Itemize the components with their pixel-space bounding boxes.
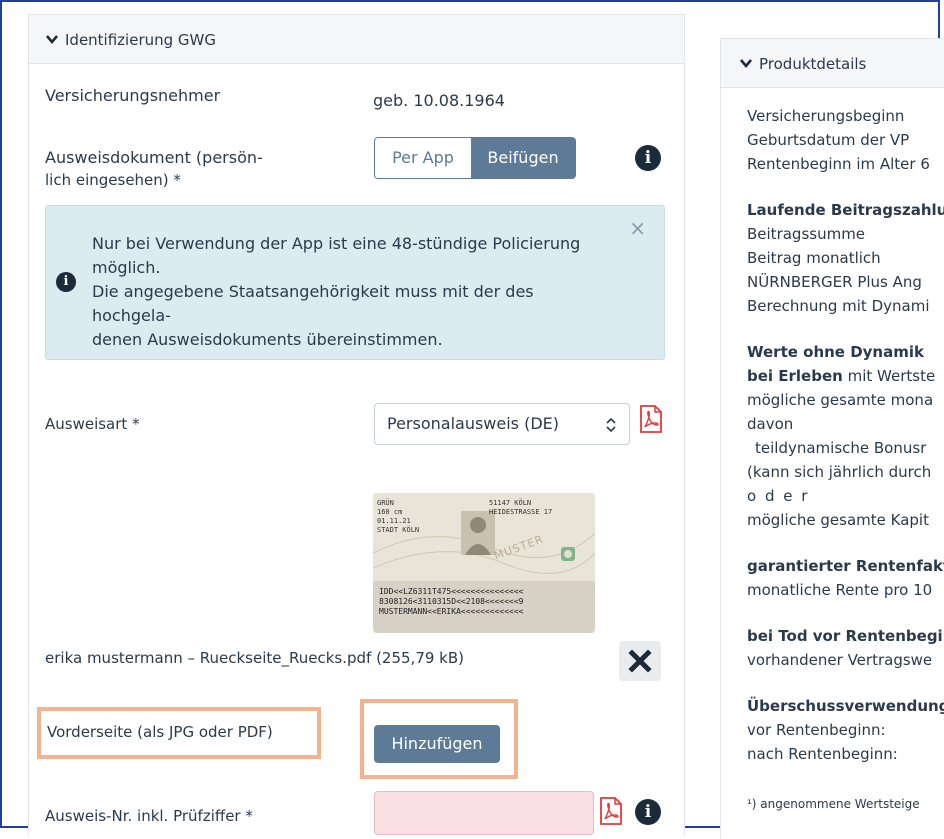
panel-title[interactable]: Produktdetails — [739, 55, 866, 73]
detail-line: monatliche Rente pro 10 — [747, 581, 933, 599]
identification-panel-header[interactable]: Identifizierung GWG — [29, 15, 684, 64]
id-type-label: Ausweisart * — [45, 415, 140, 433]
detail-line: mögliche gesamte mona — [747, 391, 934, 409]
detail-line: Beitragssumme — [747, 225, 866, 243]
insured-birthdate: geb. 10.08.1964 — [373, 91, 505, 110]
card-text: HEIDESTRASSE 17 — [489, 508, 553, 516]
info-alert: i Nur bei Verwendung der App ist eine 48… — [45, 205, 665, 360]
detail-line: Versicherungsbeginn — [747, 107, 905, 125]
detail-heading: Werte ohne Dynamik — [747, 343, 924, 361]
id-type-select[interactable]: Personalausweis (DE) — [374, 403, 630, 445]
panel-title[interactable]: Identifizierung GWG — [45, 31, 216, 49]
card-text: GRÜN — [377, 499, 394, 507]
panel-title-text: Identifizierung GWG — [65, 31, 216, 49]
detail-line: vorhandener Vertragswe — [747, 651, 933, 669]
card-mrz-line: IDD<<LZ6311T475<<<<<<<<<<<<<<< — [379, 587, 524, 596]
id-document-label-line2: lich eingesehen) * — [45, 171, 181, 189]
detail-line: vor Rentenbeginn: — [747, 721, 886, 739]
id-card-preview-image: GRÜN 160 cm 01.11.21 STADT KÖLN 51147 KÖ… — [373, 493, 595, 633]
chevron-down-icon — [740, 59, 752, 69]
info-icon[interactable]: i — [635, 799, 661, 825]
detail-heading: bei Tod vor Rentenbegi — [747, 627, 943, 645]
alert-message: Nur bei Verwendung der App ist eine 48-s… — [92, 232, 612, 352]
detail-line: (kann sich jährlich durch — [747, 463, 932, 481]
alert-info-icon: i — [56, 272, 76, 292]
card-text: 160 cm — [377, 508, 403, 516]
card-text: STADT KÖLN — [377, 526, 420, 534]
id-type-value: Personalausweis (DE) — [387, 414, 560, 433]
identification-panel: Identifizierung GWG Versicherungsnehmer … — [28, 14, 685, 835]
pdf-icon[interactable] — [599, 797, 623, 825]
detail-line: Berechnung mit Dynami — [747, 297, 930, 315]
detail-heading: Überschussverwendung — [747, 697, 944, 715]
front-side-label: Vorderseite (als JPG oder PDF) — [47, 723, 273, 741]
alert-line: möglich. — [92, 258, 161, 277]
detail-line-bold: bei Erleben — [747, 367, 843, 385]
product-details-header[interactable]: Produktdetails — [721, 39, 944, 88]
pdf-icon[interactable] — [639, 405, 663, 433]
detail-line: bei Erleben mit Wertste — [747, 365, 935, 387]
detail-line: davon — [747, 415, 794, 433]
detail-heading: Laufende Beitragszahlu — [747, 201, 944, 219]
id-document-toggle: Per App Beifügen — [374, 137, 576, 179]
add-front-side-button[interactable]: Hinzufügen — [374, 725, 500, 763]
card-mrz-line: MUSTERMANN<<ERIKA<<<<<<<<<<<<< — [379, 607, 524, 616]
per-app-option[interactable]: Per App — [375, 138, 471, 178]
detail-line: Rentenbeginn im Alter 6 — [747, 155, 930, 173]
detail-line: NÜRNBERGER Plus Ang — [747, 273, 922, 291]
close-icon — [628, 649, 652, 673]
uploaded-file-name: erika mustermann – Rueckseite_Ruecks.pdf… — [45, 649, 465, 667]
alert-line: denen Ausweisdokuments übereinstimmen. — [92, 330, 443, 349]
delete-file-button[interactable] — [619, 641, 661, 681]
chevron-down-icon — [46, 35, 58, 45]
select-arrows-icon — [606, 417, 616, 433]
detail-heading: garantierter Rentenfakt — [747, 557, 944, 575]
detail-line: Beitrag monatlich — [747, 249, 881, 267]
panel-title-text: Produktdetails — [759, 55, 867, 73]
product-details-panel: Produktdetails Versicherungsbeginn Gebur… — [720, 38, 944, 839]
id-number-label: Ausweis-Nr. inkl. Prüfziffer * — [45, 807, 253, 825]
card-text: 51147 KÖLN — [489, 499, 532, 507]
detail-line: Geburtsdatum der VP — [747, 131, 910, 149]
id-number-input[interactable] — [374, 791, 594, 835]
info-icon[interactable]: i — [635, 145, 661, 171]
card-text: 01.11.21 — [377, 517, 411, 525]
detail-line: mögliche gesamte Kapit — [747, 511, 929, 529]
alert-line: Nur bei Verwendung der App ist eine 48-s… — [92, 234, 581, 253]
card-mrz-line: 8308126<3110315D<<2108<<<<<<<9 — [379, 597, 524, 606]
insured-label: Versicherungsnehmer — [45, 86, 221, 105]
close-icon[interactable]: × — [629, 218, 646, 238]
footnote: ¹) angenommene Wertsteige — [747, 797, 920, 811]
detail-line: o d e r — [747, 487, 810, 505]
attach-option[interactable]: Beifügen — [471, 138, 575, 178]
alert-line: Die angegebene Staatsangehörigkeit muss … — [92, 282, 534, 325]
detail-line-rest: mit Wertste — [842, 367, 936, 385]
detail-line: teildynamische Bonusr — [755, 439, 927, 457]
detail-line: nach Rentenbeginn: — [747, 745, 898, 763]
id-document-label-line1: Ausweisdokument (persön- — [45, 148, 263, 167]
